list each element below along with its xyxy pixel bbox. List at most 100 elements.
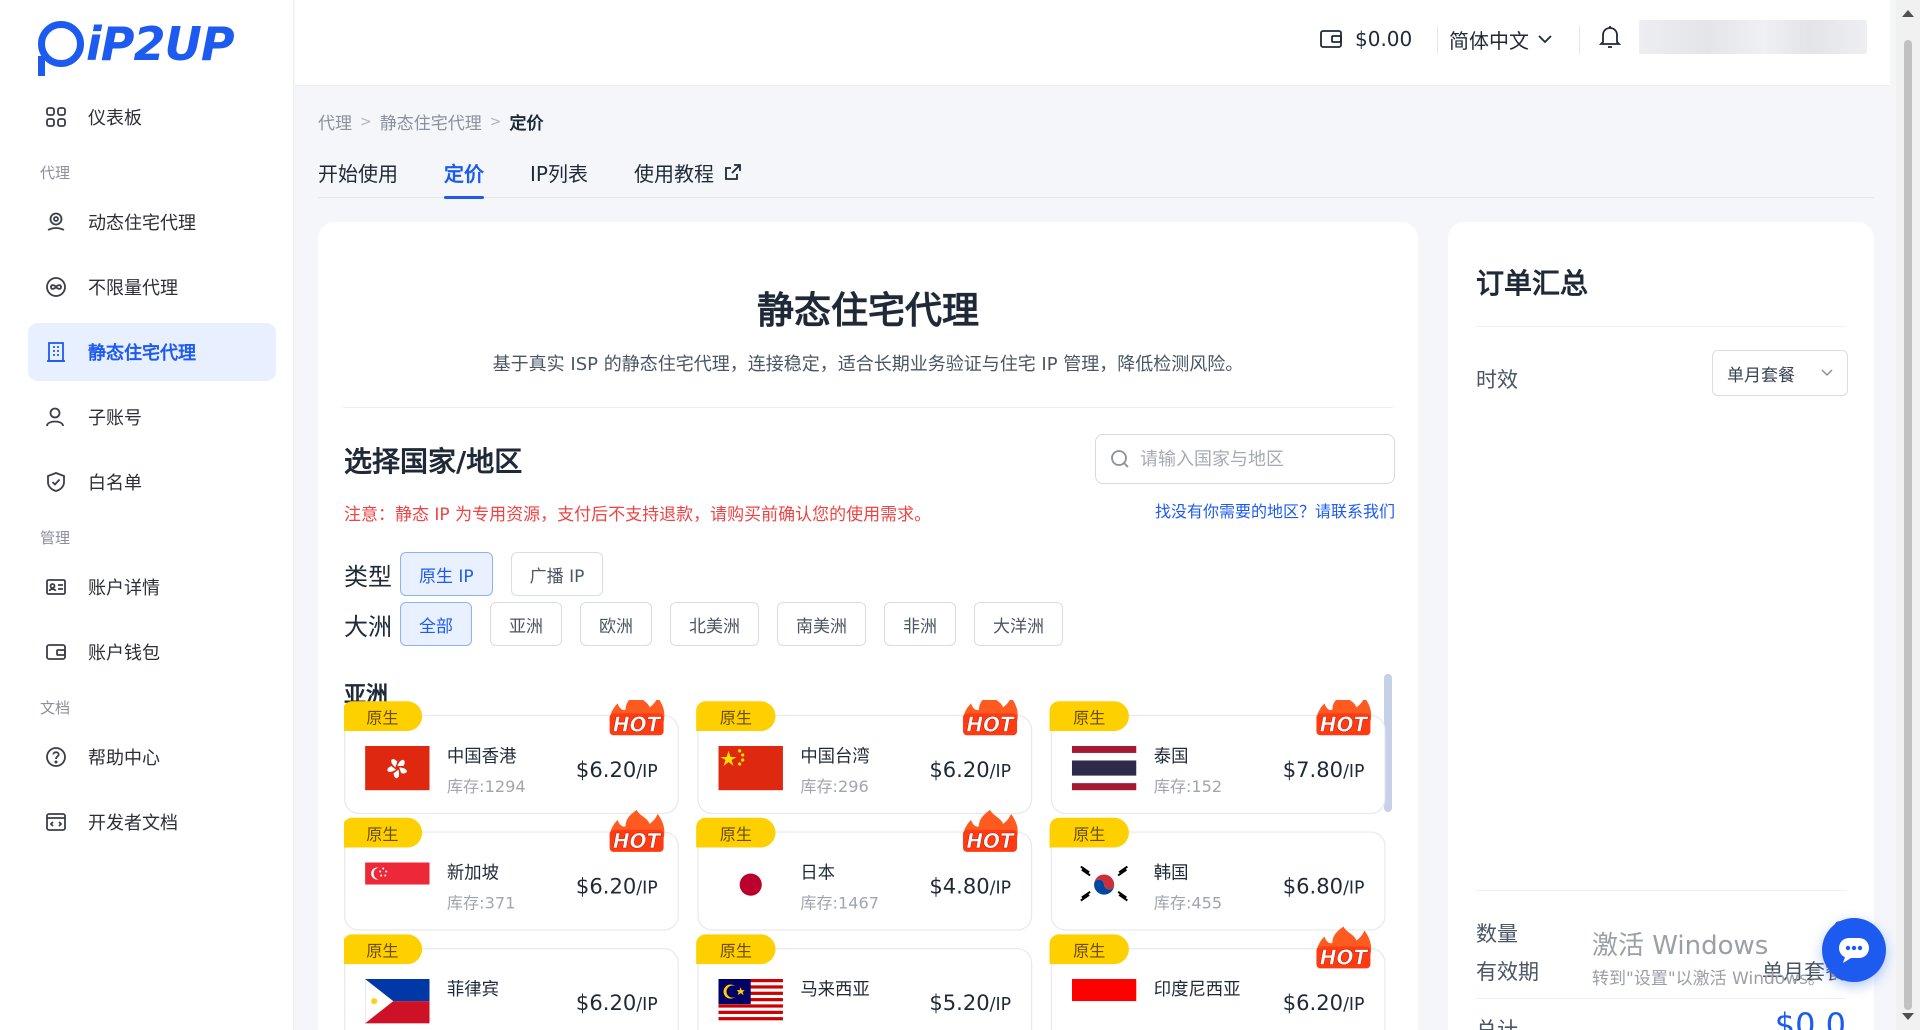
continent-asia[interactable]: 亚洲 — [490, 602, 562, 646]
country-card[interactable]: 原生 HOT 新加坡 库存:371 $6.20/IP — [344, 809, 679, 931]
price-unit: /IP — [1343, 762, 1365, 782]
tab-pricing[interactable]: 定价 — [444, 146, 484, 199]
country-card[interactable]: 原生 HOT 印度尼西亚 $6.20/IP — [1049, 926, 1386, 1030]
hot-flame-icon: HOT — [1312, 924, 1374, 971]
svg-text:HOT: HOT — [1320, 945, 1369, 969]
order-title: 订单汇总 — [1476, 267, 1589, 300]
country-card[interactable]: 原生马来西亚 $5.20/IP — [696, 934, 1033, 1030]
notification-button[interactable] — [1598, 24, 1622, 54]
country-name: 泰国 — [1153, 747, 1189, 767]
continent-europe[interactable]: 欧洲 — [580, 602, 652, 646]
tab-ip-list[interactable]: IP列表 — [530, 146, 588, 198]
country-card[interactable]: 原生 HOT 日本 库存:1467 $4.80/IP — [696, 809, 1033, 931]
price-unit: /IP — [989, 995, 1012, 1015]
external-link-icon — [725, 164, 741, 180]
period-select[interactable]: 单月套餐 — [1712, 350, 1848, 396]
country-card[interactable]: 原生 菲律宾 $6.20/IP — [344, 934, 679, 1030]
contact-us-link[interactable]: 找没有你需要的地区？请联系我们 — [1155, 498, 1395, 522]
search-input[interactable] — [1140, 448, 1370, 470]
breadcrumb-static-proxy[interactable]: 静态住宅代理 — [380, 109, 482, 134]
user-icon — [44, 405, 68, 429]
country-flag-icon — [365, 862, 430, 907]
continent-north-america[interactable]: 北美洲 — [670, 602, 759, 646]
sidebar-item-label: 静态住宅代理 — [88, 343, 196, 364]
page-title: 静态住宅代理 — [757, 289, 979, 332]
sidebar-item-account-details[interactable]: 账户详情 — [28, 558, 276, 616]
sidebar-item-dashboard[interactable]: 仪表板 — [28, 88, 276, 146]
country-price: $6.20/IP — [576, 758, 658, 783]
country-price: $6.80/IP — [1283, 875, 1365, 900]
continent-oceania[interactable]: 大洋洲 — [974, 602, 1063, 646]
continent-south-america[interactable]: 南美洲 — [777, 602, 866, 646]
country-price: $6.20/IP — [576, 875, 658, 900]
divider — [1579, 26, 1580, 54]
sidebar-item-help-center[interactable]: 帮助中心 — [28, 728, 276, 786]
sidebar-item-static-proxy[interactable]: 静态住宅代理 — [28, 323, 276, 381]
tab-getting-started[interactable]: 开始使用 — [318, 146, 398, 198]
country-stock: 库存:152 — [1153, 778, 1223, 797]
logo[interactable]: iP2UP — [38, 16, 235, 76]
scroll-up-arrow[interactable] — [1902, 10, 1914, 17]
continent-africa[interactable]: 非洲 — [884, 602, 956, 646]
hot-flame-icon: HOT — [959, 700, 1021, 738]
nav-group-proxy: 代理 — [40, 164, 71, 182]
scroll-down-arrow[interactable] — [1902, 1013, 1914, 1020]
divider — [1476, 326, 1846, 327]
price-value: $5.20 — [929, 991, 990, 1017]
country-card[interactable]: 原生 HOT 中国香港 库存:1294 $6.20/IP — [344, 700, 679, 815]
country-card[interactable]: 原生 HOT 中国台湾 库存:296 $6.20/IP — [696, 700, 1033, 815]
country-flag-icon — [1071, 979, 1137, 1024]
svg-text:HOT: HOT — [1320, 712, 1369, 736]
period-label: 时效 — [1476, 368, 1518, 392]
wallet-icon — [44, 640, 68, 664]
scrollbar-thumb[interactable] — [1904, 40, 1912, 1010]
watermark-line1: 激活 Windows — [1592, 931, 1769, 961]
quantity-label: 数量 — [1476, 922, 1518, 946]
tab-tutorial[interactable]: 使用教程 — [634, 146, 742, 198]
country-stock: 库存:1294 — [446, 778, 526, 797]
breadcrumb-proxy[interactable]: 代理 — [318, 109, 352, 134]
chevron-down-icon — [1538, 35, 1552, 44]
language-selector[interactable]: 简体中文 — [1449, 22, 1553, 56]
user-avatar-blurred[interactable] — [1639, 20, 1867, 54]
country-price: $6.20/IP — [929, 758, 1011, 783]
native-badge: 原生 — [696, 934, 776, 965]
country-price: $6.20/IP — [576, 991, 658, 1016]
help-circle-icon — [44, 745, 68, 769]
sidebar-item-label: 帮助中心 — [88, 748, 160, 769]
sidebar-item-dynamic-proxy[interactable]: 动态住宅代理 — [28, 193, 276, 251]
country-price: $5.20/IP — [929, 991, 1011, 1016]
sidebar-item-developer-docs[interactable]: 开发者文档 — [28, 793, 276, 851]
breadcrumb-separator: > — [489, 113, 502, 130]
type-native-ip[interactable]: 原生 IP — [400, 552, 493, 596]
country-flag-icon — [718, 862, 783, 907]
sidebar-item-label: 账户详情 — [88, 578, 160, 599]
sidebar-item-subaccount[interactable]: 子账号 — [28, 388, 276, 446]
live-chat-button[interactable] — [1822, 918, 1886, 982]
sidebar-item-unlimited-proxy[interactable]: 不限量代理 — [28, 258, 276, 316]
country-search[interactable] — [1095, 434, 1395, 484]
sidebar-item-whitelist[interactable]: 白名单 — [28, 453, 276, 511]
chevron-down-icon — [1821, 369, 1833, 377]
sidebar-item-wallet[interactable]: 账户钱包 — [28, 623, 276, 681]
native-badge: 原生 — [344, 934, 423, 965]
shield-check-icon — [44, 470, 68, 494]
wallet-balance[interactable]: $0.00 — [1319, 22, 1412, 56]
country-card[interactable]: 原生 韩国 库存:455 $6.80/IP — [1049, 817, 1386, 931]
native-badge: 原生 — [1049, 701, 1129, 731]
page-description: 基于真实 ISP 的静态住宅代理，连接稳定，适合长期业务验证与住宅 IP 管理，… — [492, 354, 1244, 375]
country-flag-icon — [365, 979, 430, 1024]
price-unit: /IP — [1343, 878, 1365, 899]
country-card[interactable]: 原生 HOT 泰国 库存:152 $7.80/IP — [1049, 700, 1386, 815]
svg-text:HOT: HOT — [613, 829, 662, 853]
type-broadcast-ip[interactable]: 广播 IP — [510, 552, 604, 596]
country-name: 马来西亚 — [800, 980, 870, 1001]
country-flag-icon — [1071, 745, 1137, 791]
divider — [1476, 998, 1846, 999]
page-scrollbar[interactable] — [1896, 0, 1920, 1030]
total-label: 总计 — [1476, 1018, 1518, 1030]
country-name: 印度尼西亚 — [1153, 980, 1241, 1001]
continent-all[interactable]: 全部 — [400, 602, 472, 646]
sidebar-item-label: 开发者文档 — [88, 813, 178, 834]
native-badge: 原生 — [1049, 817, 1129, 848]
